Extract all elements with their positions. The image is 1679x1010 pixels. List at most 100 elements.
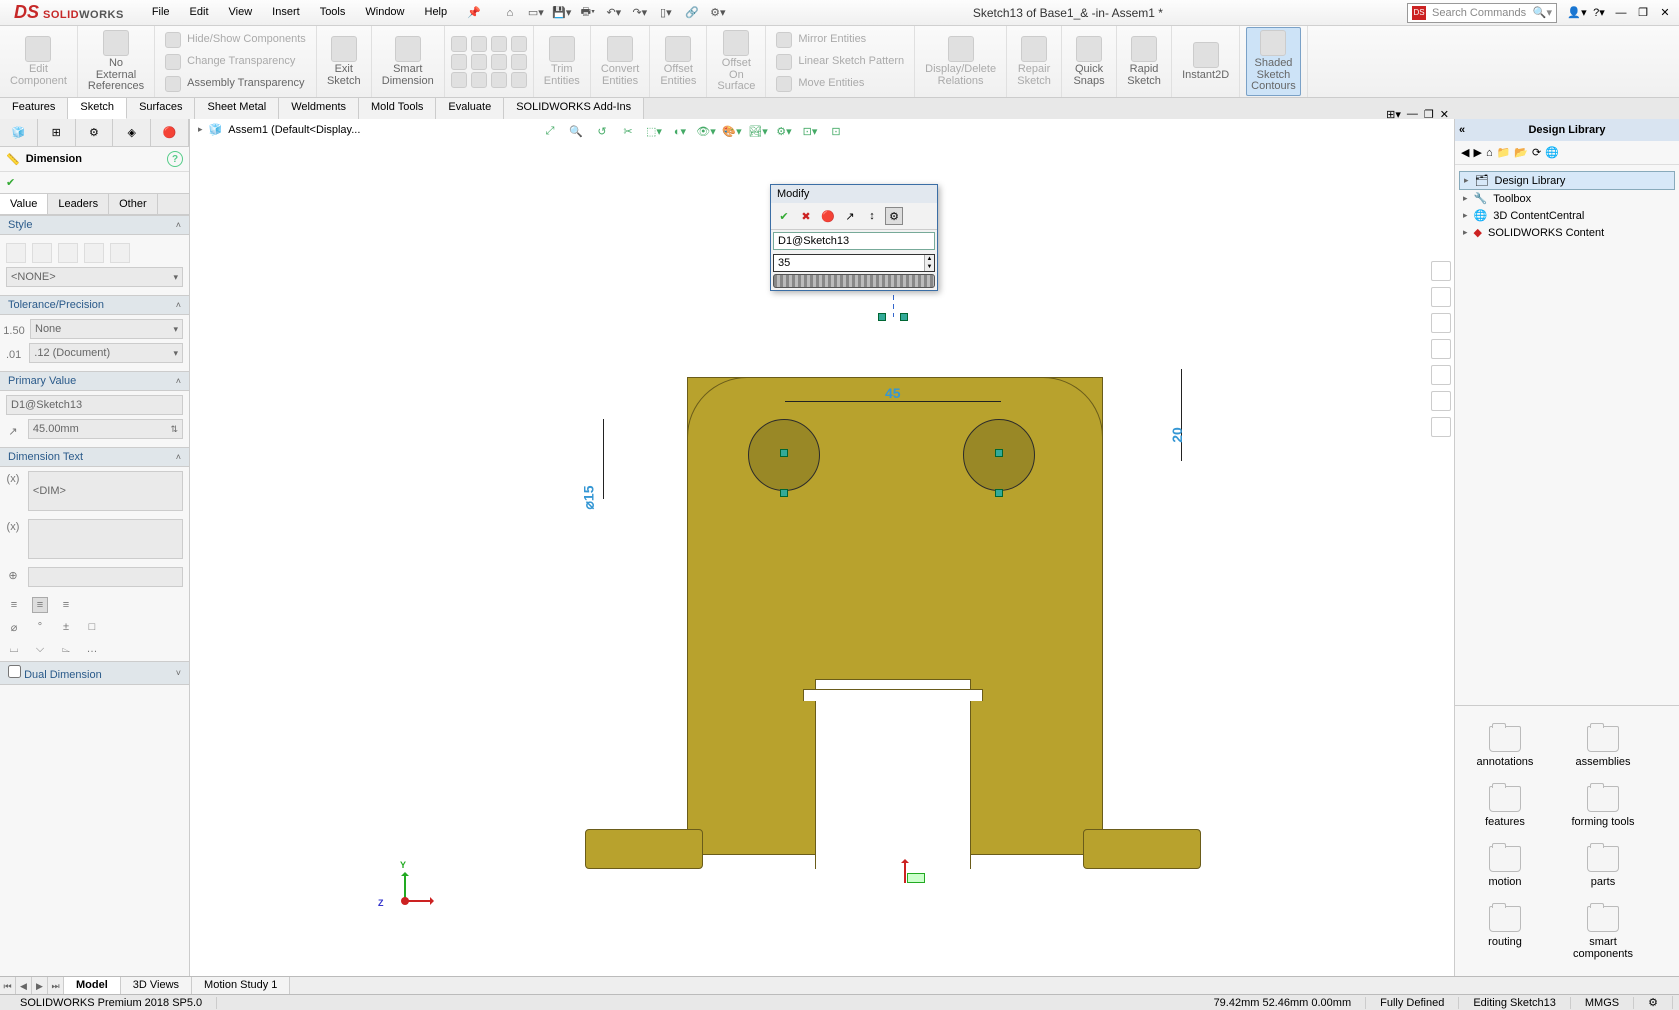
status-units[interactable]: MMGS bbox=[1571, 997, 1634, 1009]
view-triad[interactable]: Y Z bbox=[386, 870, 426, 910]
cbore-icon[interactable]: ⌴ bbox=[6, 641, 22, 657]
dl-new-icon[interactable]: 📂 bbox=[1514, 146, 1528, 159]
dl-add-icon[interactable]: 📁 bbox=[1497, 146, 1511, 159]
view-misc-icon[interactable]: ⊡▾ bbox=[800, 121, 820, 141]
dl-item-toolbox[interactable]: ▸🔧Toolbox bbox=[1459, 190, 1675, 207]
status-options-icon[interactable]: ⚙ bbox=[1634, 996, 1673, 1009]
qat-rebuild-icon[interactable]: 🔗 bbox=[681, 2, 703, 24]
fm-tab-pm[interactable]: ⊞ bbox=[38, 119, 76, 146]
help-icon[interactable]: ?▾ bbox=[1589, 4, 1609, 22]
tolerance-precision-select[interactable]: .12 (Document)▾ bbox=[29, 343, 183, 363]
dimtext-below-icon[interactable]: ⊕ bbox=[6, 567, 20, 583]
mdi-views-icon[interactable]: ⊞▾ bbox=[1386, 108, 1401, 121]
user-icon[interactable]: 👤▾ bbox=[1567, 4, 1587, 22]
style-save-icon[interactable] bbox=[58, 243, 78, 263]
spin-down-icon[interactable]: ▼ bbox=[925, 263, 934, 271]
taskpane-props-icon[interactable] bbox=[1431, 391, 1451, 411]
justify-right-icon[interactable]: ≡ bbox=[58, 597, 74, 613]
text-icon[interactable] bbox=[471, 72, 487, 88]
dimtext-below-field[interactable] bbox=[28, 567, 183, 587]
pm-style-header[interactable]: Style˄ bbox=[0, 215, 189, 235]
modify-ok-icon[interactable]: ✔ bbox=[775, 207, 793, 225]
collapse-icon[interactable]: « bbox=[1459, 124, 1465, 136]
breadcrumb[interactable]: ▸ 🧊 Assem1 (Default<Display... bbox=[198, 123, 360, 136]
square-icon[interactable]: □ bbox=[84, 619, 100, 635]
smart-dimension-button[interactable]: Smart Dimension bbox=[378, 34, 438, 89]
qat-redo-icon[interactable]: ↷▾ bbox=[629, 2, 651, 24]
circle-icon[interactable] bbox=[451, 72, 467, 88]
menu-window[interactable]: Window bbox=[357, 2, 412, 23]
exit-sketch-button[interactable]: Exit Sketch bbox=[323, 34, 365, 89]
modify-reset-icon[interactable]: ↕ bbox=[863, 207, 881, 225]
tab-evaluate[interactable]: Evaluate bbox=[436, 98, 504, 119]
tab-sketch[interactable]: Sketch bbox=[68, 98, 127, 119]
taskpane-appearance-icon[interactable] bbox=[1431, 365, 1451, 385]
search-commands[interactable]: DS Search Commands 🔍▾ bbox=[1407, 3, 1557, 23]
justify-center-icon[interactable]: ≡ bbox=[32, 597, 48, 613]
sketch-point[interactable] bbox=[780, 449, 788, 457]
pm-tab-other[interactable]: Other bbox=[109, 194, 158, 214]
tab-surfaces[interactable]: Surfaces bbox=[127, 98, 195, 119]
menu-tools[interactable]: Tools bbox=[312, 2, 354, 23]
poly-icon[interactable] bbox=[491, 54, 507, 70]
spline-icon[interactable] bbox=[491, 36, 507, 52]
fm-tab-display[interactable]: ◈ bbox=[113, 119, 151, 146]
search-icon[interactable]: 🔍▾ bbox=[1533, 6, 1552, 19]
primary-lock-icon[interactable]: ↗ bbox=[6, 423, 20, 439]
dimension-d15[interactable]: ⌀15 bbox=[581, 485, 598, 509]
minimize-icon[interactable]: — bbox=[1611, 4, 1631, 22]
dl-folder-smart-components[interactable]: smart components bbox=[1563, 906, 1643, 960]
fillet-icon[interactable] bbox=[491, 72, 507, 88]
shaded-contours-button[interactable]: Shaded Sketch Contours bbox=[1246, 27, 1301, 96]
taskpane-forum-icon[interactable] bbox=[1431, 417, 1451, 437]
qat-open-icon[interactable]: ▭▾ bbox=[525, 2, 547, 24]
fm-tab-config[interactable]: ⚙ bbox=[76, 119, 114, 146]
zoom-fit-icon[interactable]: ⤢ bbox=[540, 121, 560, 141]
pm-tab-leaders[interactable]: Leaders bbox=[48, 194, 109, 214]
dimtext-after-icon[interactable]: (x) bbox=[6, 519, 20, 535]
tab-weldments[interactable]: Weldments bbox=[279, 98, 359, 119]
fm-tab-tree[interactable]: 🧊 bbox=[0, 119, 38, 146]
fm-tab-appearance[interactable]: 🔴 bbox=[151, 119, 189, 146]
sketch-point[interactable] bbox=[995, 489, 1003, 497]
dl-fwd-icon[interactable]: ▶ bbox=[1473, 146, 1481, 159]
dl-folder-routing[interactable]: routing bbox=[1465, 906, 1545, 960]
taskpane-home-icon[interactable] bbox=[1431, 261, 1451, 281]
qat-options-icon[interactable]: ⚙▾ bbox=[707, 2, 729, 24]
taskpane-explorer-icon[interactable] bbox=[1431, 313, 1451, 333]
pm-primary-header[interactable]: Primary Value˄ bbox=[0, 371, 189, 391]
mdi-restore-icon[interactable]: ❐ bbox=[1424, 108, 1434, 121]
view-settings-icon[interactable]: ⚙▾ bbox=[774, 121, 794, 141]
qat-select-icon[interactable]: ▯▾ bbox=[655, 2, 677, 24]
section-view-icon[interactable]: ✂ bbox=[618, 121, 638, 141]
sketch-point[interactable] bbox=[780, 489, 788, 497]
breadcrumb-collapse-icon[interactable]: ▸ bbox=[198, 124, 203, 135]
pm-help-icon[interactable]: ? bbox=[167, 151, 183, 167]
quick-snaps-button[interactable]: Quick Snaps bbox=[1068, 34, 1110, 89]
prev-view-icon[interactable]: ↺ bbox=[592, 121, 612, 141]
sketch-relation-icon[interactable] bbox=[878, 313, 886, 321]
modify-value-field[interactable]: ▲▼ bbox=[773, 254, 935, 272]
dl-folder-assemblies[interactable]: assemblies bbox=[1563, 726, 1643, 768]
menu-edit[interactable]: Edit bbox=[182, 2, 217, 23]
deg-icon[interactable]: ° bbox=[32, 619, 48, 635]
ellipse-icon[interactable] bbox=[511, 36, 527, 52]
rapid-sketch-button[interactable]: Rapid Sketch bbox=[1123, 34, 1165, 89]
menu-view[interactable]: View bbox=[221, 2, 261, 23]
csink-icon[interactable]: ⌵ bbox=[32, 641, 48, 657]
modify-rebuild-icon[interactable]: 🔴 bbox=[819, 207, 837, 225]
taskpane-library-icon[interactable] bbox=[1431, 287, 1451, 307]
slot-icon[interactable] bbox=[471, 54, 487, 70]
dl-back-icon[interactable]: ◀ bbox=[1461, 146, 1469, 159]
edit-appearance-icon[interactable]: 🎨▾ bbox=[722, 121, 742, 141]
style-del-icon[interactable] bbox=[32, 243, 52, 263]
qat-save-icon[interactable]: 💾▾ bbox=[551, 2, 573, 24]
plane-icon[interactable] bbox=[511, 72, 527, 88]
dia-icon[interactable]: ⌀ bbox=[6, 619, 22, 635]
dl-folder-motion[interactable]: motion bbox=[1465, 846, 1545, 888]
dl-folder-features[interactable]: features bbox=[1465, 786, 1545, 828]
modify-name-field[interactable] bbox=[773, 232, 935, 250]
plusminus-icon[interactable]: ± bbox=[58, 619, 74, 635]
style-load-icon[interactable] bbox=[84, 243, 104, 263]
view-orientation-icon[interactable]: ⬚▾ bbox=[644, 121, 664, 141]
